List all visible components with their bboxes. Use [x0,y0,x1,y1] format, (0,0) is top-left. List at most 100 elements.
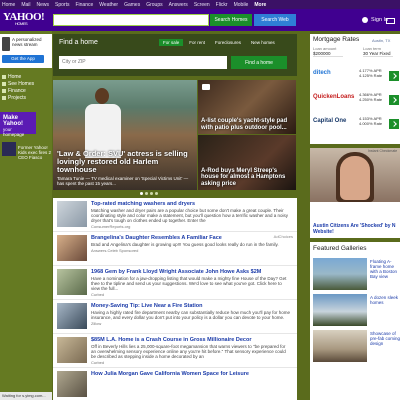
carousel-dots [140,192,160,195]
user-icon [362,17,368,23]
topnav-flickr[interactable]: Flickr [216,2,228,8]
topnav-weather[interactable]: Weather [99,2,118,8]
tab-new-homes[interactable]: New homes [247,39,279,46]
yahoo-homes-logo[interactable]: YAHOO! HOMES [3,11,45,26]
feed-title[interactable]: Top-rated matching washers and dryers [91,201,291,207]
news-feed: Top-rated matching washers and dryers Ma… [53,198,297,400]
header-bar: YAHOO! HOMES Search Homes Search Web Sig… [0,9,400,31]
side-news-thumbnail[interactable] [2,142,16,156]
sign-in-link[interactable]: Sign In [362,17,388,23]
get-app-button[interactable]: Get the App [2,55,44,63]
feed-title[interactable]: Money-Saving Tip: Live Near a Fire Stati… [91,303,291,309]
topnav-news[interactable]: News [37,2,50,8]
gallery-item[interactable]: A dozen sleek homes [313,294,399,328]
hero-photo [81,88,125,158]
lender-go-button[interactable] [389,119,399,129]
feed-thumbnail [57,235,87,261]
tab-for-rent[interactable]: For rent [185,39,209,46]
lender-row[interactable]: QuickenLoans 4.366% APR 4.250% Rate [313,92,399,114]
loan-amount-field[interactable]: $200000 [313,51,343,57]
hero-sub-story-1[interactable]: A-list couple's yacht-style pad with pat… [198,80,296,134]
topnav-mail[interactable]: Mail [21,2,30,8]
feed-thumbnail [57,337,87,363]
location-input[interactable] [59,56,227,69]
hero-headline[interactable]: 'Law & Order: SVU' actress is selling lo… [57,150,193,174]
hero-sub-story-2[interactable]: A-Rod buys Meryl Streep's house for almo… [198,135,296,190]
topnav-finance[interactable]: Finance [75,2,93,8]
feed-item[interactable]: Money-Saving Tip: Live Near a Fire Stati… [53,300,297,334]
topnav-sports[interactable]: Sports [55,2,69,8]
feed-title[interactable]: 1968 Gem by Frank Lloyd Wright Associate… [91,269,291,275]
topnav-screen[interactable]: Screen [194,2,210,8]
carousel-dot[interactable] [155,192,158,195]
feed-thumbnail [57,269,87,295]
sidebar-item-finance[interactable]: Finance [2,87,52,94]
mortgage-rates-widget: Mortgage Rates Austin, TX Loan amount $2… [310,34,400,144]
hp-box-title: Make Yahoo! [3,115,24,127]
lender-row[interactable]: ditech 4.177% APR 4.125% Rate [313,68,399,90]
adchoices-link[interactable]: AdChoices [274,234,293,239]
side-news-link[interactable]: Former Yahoo! Kids exec fires 2 CEO Fias… [18,145,52,160]
topnav-more[interactable]: More [254,2,266,8]
feed-thumbnail [57,371,87,397]
make-homepage-box[interactable]: Make Yahoo! your homepage [0,112,36,137]
sponsored-ad[interactable]: Instant Checkmate Austin Citizens Are 'S… [310,148,400,238]
gallery-caption[interactable]: Floating A-frame home with a Boston Bay … [370,259,400,279]
find-home-button[interactable]: Find a home [231,56,287,69]
ad-headline[interactable]: Austin Citizens Are 'Shocked' by N Websi… [313,223,399,235]
feed-title[interactable]: How Julia Morgan Gave California Women S… [91,371,291,377]
lender-go-button[interactable] [389,71,399,81]
feed-thumbnail [57,201,87,227]
gallery-thumbnail [313,258,367,290]
tab-for-sale[interactable]: For sale [159,39,184,46]
feed-item[interactable]: Top-rated matching washers and dryers Ma… [53,198,297,232]
search-input[interactable] [53,14,209,26]
topnav-home[interactable]: Home [2,2,15,8]
gallery-item[interactable]: Floating A-frame home with a Boston Bay … [313,258,399,292]
app-promo: A personalized news stream Get the App [0,34,52,68]
topnav-answers[interactable]: Answers [169,2,188,8]
lender-row[interactable]: Capital One 4.153% APR 4.000% Rate [313,116,399,138]
loan-term-select[interactable]: 30 Year Fixed [363,51,393,57]
lender-go-button[interactable] [389,95,399,105]
camera-icon [202,84,210,90]
hero-sub-headline-1: A-list couple's yacht-style pad with pat… [201,118,288,131]
feed-desc: Having a highly rated fire department ne… [91,310,290,320]
carousel-dot[interactable] [145,192,148,195]
carousel-dot[interactable] [150,192,153,195]
topnav-games[interactable]: Games [124,2,140,8]
hero-main-story[interactable]: 'Law & Order: SVU' actress is selling lo… [53,80,197,190]
search-homes-button[interactable]: Search Homes [210,14,252,26]
sidebar-item-home[interactable]: Home [2,73,52,80]
feed-title[interactable]: Brangelina's Daughter Resembles A Famili… [91,235,291,241]
feed-item[interactable]: $85M L.A. Home is a Crash Course in Gros… [53,334,297,368]
mail-icon[interactable] [386,18,395,24]
topnav-groups[interactable]: Groups [146,2,162,8]
mortgage-location[interactable]: Austin, TX [372,38,390,43]
carousel-dot[interactable] [140,192,143,195]
feed-source: Answers.Celeb Sponsored [91,248,139,253]
dollar-icon [2,88,6,93]
search-web-button[interactable]: Search Web [254,14,296,26]
home-icon [2,74,6,79]
hp-box-sub: your homepage [3,127,25,137]
feed-desc: Matching washer and dryer pairs are a po… [91,208,288,223]
gallery-item[interactable]: Showcase of pre-fab coming design [313,330,400,364]
lender-name: ditech [313,70,331,76]
feed-item[interactable]: How Julia Morgan Gave California Women S… [53,368,297,400]
feed-title[interactable]: $85M L.A. Home is a Crash Course in Gros… [91,337,291,343]
ad-photo-face [340,156,370,200]
feed-item[interactable]: 1968 Gem by Frank Lloyd Wright Associate… [53,266,297,300]
sidebar-item-see-homes[interactable]: See Homes [2,80,52,87]
gallery-caption[interactable]: A dozen sleek homes [370,295,400,305]
ad-label: Instant Checkmate [368,149,398,153]
gallery-caption[interactable]: Showcase of pre-fab coming design [370,331,400,346]
tab-foreclosures[interactable]: Foreclosures [211,39,245,46]
feed-item[interactable]: Brangelina's Daughter Resembles A Famili… [53,232,297,266]
find-home-title: Find a home [59,39,98,46]
feed-desc: Off in Beverly Hills lies a 25,000-squar… [91,344,286,359]
sidebar-item-label: Home [8,73,22,80]
sidebar-item-projects[interactable]: Projects [2,94,52,101]
status-bar: Waiting for s.yimg.com... [0,392,52,400]
topnav-mobile[interactable]: Mobile [234,2,249,8]
